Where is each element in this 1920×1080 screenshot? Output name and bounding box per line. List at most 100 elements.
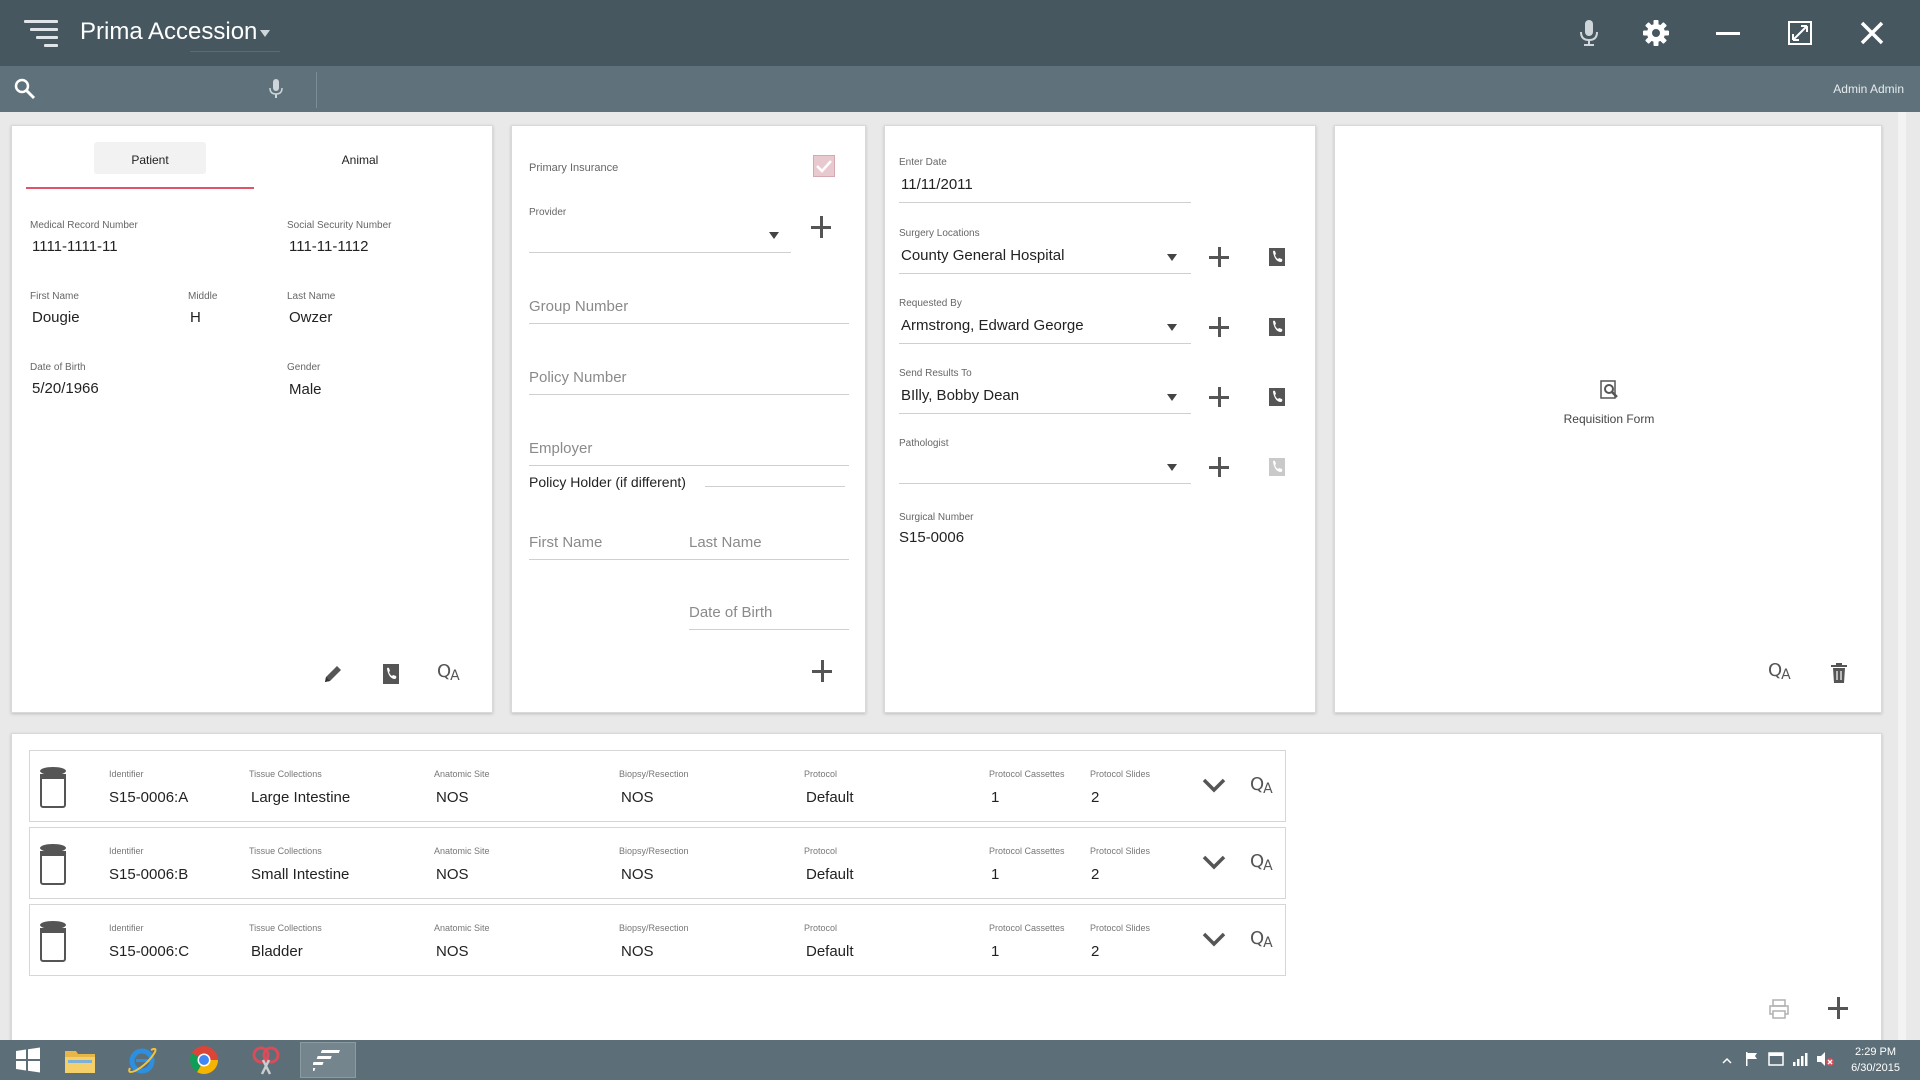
specimen-row[interactable]: Identifier S15-0006:C Tissue Collections… (29, 904, 1286, 976)
add-surgery-location-button[interactable] (1208, 246, 1230, 268)
first-name-field[interactable]: Dougie (32, 309, 80, 326)
specimen-qa-icon[interactable]: QA (1250, 774, 1273, 797)
specimen-qa-icon[interactable]: QA (1250, 851, 1273, 874)
specimen-site[interactable]: NOS (436, 866, 469, 883)
close-icon[interactable] (1853, 14, 1891, 52)
add-insurance-button[interactable] (811, 660, 833, 682)
enter-date-field[interactable]: 11/11/2011 (901, 176, 973, 193)
minimize-icon[interactable] (1709, 14, 1747, 52)
holder-last-name-input[interactable]: Last Name (689, 534, 762, 551)
windows-start-icon[interactable] (0, 1042, 56, 1078)
taskbar-clock[interactable]: 2:29 PM 6/30/2015 (1851, 1044, 1900, 1076)
file-explorer-icon[interactable] (52, 1042, 108, 1078)
specimen-tissue[interactable]: Bladder (251, 943, 303, 960)
column-label-identifier: Identifier (109, 769, 144, 779)
qa-icon[interactable]: QA (437, 661, 460, 684)
specimen-site[interactable]: NOS (436, 943, 469, 960)
system-tray-window-icon[interactable] (1768, 1052, 1784, 1071)
send-results-select[interactable]: BIlly, Bobby Dean (901, 387, 1019, 404)
holder-dob-input[interactable]: Date of Birth (689, 604, 772, 621)
app-switcher-caret-icon[interactable] (260, 30, 270, 37)
specimen-protocol[interactable]: Default (806, 943, 854, 960)
tab-animal[interactable]: Animal (304, 153, 416, 167)
requested-contact-icon[interactable] (1266, 315, 1288, 339)
specimen-container-icon (38, 919, 68, 968)
primary-insurance-checkbox[interactable] (813, 155, 835, 177)
fullscreen-icon[interactable] (1781, 14, 1819, 52)
add-send-results-button[interactable] (1208, 386, 1230, 408)
last-name-field[interactable]: Owzer (289, 309, 332, 326)
network-icon[interactable] (1792, 1051, 1808, 1072)
requisition-form-label[interactable]: Requisition Form (1509, 412, 1709, 426)
snipping-tool-icon[interactable] (238, 1042, 294, 1078)
requested-dropdown-caret-icon[interactable] (1167, 324, 1177, 331)
group-number-input[interactable]: Group Number (529, 298, 628, 315)
specimen-tissue[interactable]: Small Intestine (251, 866, 349, 883)
specimen-slides[interactable]: 2 (1091, 866, 1099, 883)
specimen-site[interactable]: NOS (436, 789, 469, 806)
expand-chevron-down-icon[interactable] (1202, 777, 1226, 798)
search-icon[interactable] (14, 78, 36, 105)
add-requested-by-button[interactable] (1208, 316, 1230, 338)
search-input[interactable] (44, 74, 274, 104)
expand-chevron-down-icon[interactable] (1202, 854, 1226, 875)
column-label-protocol: Protocol (804, 769, 838, 779)
tab-patient[interactable]: Patient (94, 153, 206, 167)
menu-icon[interactable] (22, 20, 58, 47)
gender-field[interactable]: Male (289, 381, 322, 398)
ssn-field[interactable]: 111-11-1112 (289, 238, 369, 255)
requisition-form-icon[interactable] (1596, 378, 1622, 402)
surgery-contact-icon[interactable] (1266, 245, 1288, 269)
middle-name-field[interactable]: H (190, 309, 201, 326)
specimen-protocol[interactable]: Default (806, 789, 854, 806)
specimen-tissue[interactable]: Large Intestine (251, 789, 350, 806)
action-center-flag-icon[interactable] (1744, 1051, 1760, 1072)
dob-field[interactable]: 5/20/1966 (32, 380, 99, 397)
edit-pencil-icon[interactable] (320, 661, 346, 687)
user-name[interactable]: Admin Admin (1833, 82, 1904, 96)
mrn-field[interactable]: 1111-1111-11 (32, 238, 118, 255)
specimen-row[interactable]: Identifier S15-0006:A Tissue Collections… (29, 750, 1286, 822)
specimen-biopsy[interactable]: NOS (621, 943, 654, 960)
gear-icon[interactable] (1637, 14, 1675, 52)
microphone-icon[interactable] (1570, 14, 1608, 52)
expand-chevron-down-icon[interactable] (1202, 931, 1226, 952)
app-title[interactable]: Prima Accession (80, 18, 257, 46)
specimen-cassettes[interactable]: 1 (991, 866, 999, 883)
specimen-slides[interactable]: 2 (1091, 943, 1099, 960)
provider-dropdown-caret-icon[interactable] (769, 232, 779, 239)
pathologist-dropdown-caret-icon[interactable] (1167, 464, 1177, 471)
search-microphone-icon[interactable] (268, 78, 284, 105)
surgery-dropdown-caret-icon[interactable] (1167, 254, 1177, 261)
print-icon[interactable] (1766, 996, 1792, 1022)
requested-by-select[interactable]: Armstrong, Edward George (901, 317, 1084, 334)
provider-select[interactable] (529, 252, 791, 253)
specimen-protocol[interactable]: Default (806, 866, 854, 883)
specimen-slides[interactable]: 2 (1091, 789, 1099, 806)
add-specimen-button[interactable] (1827, 997, 1849, 1019)
vertical-scrollbar[interactable] (1898, 112, 1906, 1040)
specimen-cassettes[interactable]: 1 (991, 943, 999, 960)
trash-icon[interactable] (1827, 660, 1851, 686)
specimen-qa-icon[interactable]: QA (1250, 928, 1273, 951)
show-hidden-icons-chevron-icon[interactable] (1722, 1053, 1732, 1071)
specimen-row[interactable]: Identifier S15-0006:B Tissue Collections… (29, 827, 1286, 899)
requisition-qa-icon[interactable]: QA (1768, 660, 1791, 683)
specimen-biopsy[interactable]: NOS (621, 866, 654, 883)
surgery-locations-select[interactable]: County General Hospital (901, 247, 1064, 264)
volume-muted-icon[interactable] (1816, 1051, 1834, 1072)
holder-first-name-input[interactable]: First Name (529, 534, 602, 551)
add-pathologist-button[interactable] (1208, 456, 1230, 478)
add-provider-button[interactable] (810, 216, 832, 238)
send-results-dropdown-caret-icon[interactable] (1167, 394, 1177, 401)
send-results-contact-icon[interactable] (1266, 385, 1288, 409)
specimen-cassettes[interactable]: 1 (991, 789, 999, 806)
contact-card-icon[interactable] (378, 661, 404, 687)
employer-input[interactable]: Employer (529, 440, 592, 457)
specimen-biopsy[interactable]: NOS (621, 789, 654, 806)
policy-number-input[interactable]: Policy Number (529, 369, 627, 386)
surgical-number-field[interactable]: S15-0006 (899, 529, 964, 546)
prima-accession-taskbar-icon[interactable] (300, 1042, 356, 1078)
chrome-icon[interactable] (176, 1042, 232, 1078)
internet-explorer-icon[interactable] (114, 1042, 170, 1078)
